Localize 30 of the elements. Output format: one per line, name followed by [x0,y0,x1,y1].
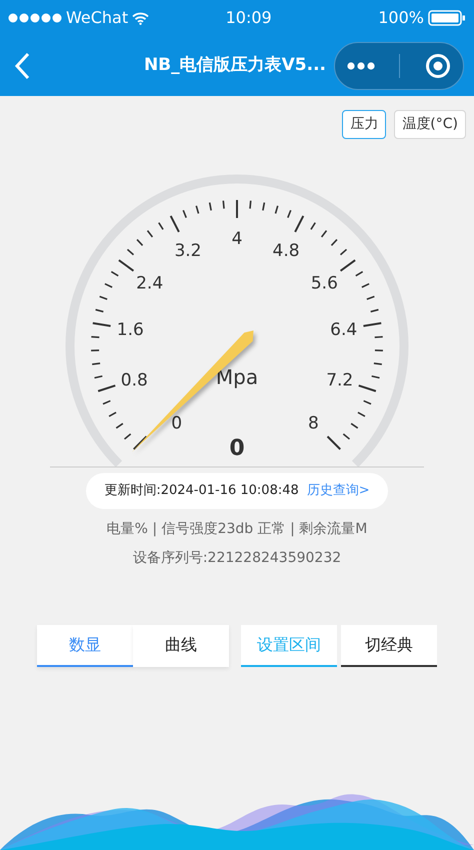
mode-toggle[interactable]: 温度(°C) [394,110,466,139]
scale-label: 0 [171,413,182,434]
scale-label: 3.2 [174,240,202,261]
unit-label: Mpa [216,365,258,389]
wifi-icon [132,12,150,24]
scale-label: 4.8 [272,240,300,261]
device-status-text: 电量% | 信号强度23db 正常 | 剩余流量M [106,520,368,538]
page-title: NB_电信版压力表V5... [144,54,326,78]
view-tab[interactable]: 曲线 [133,624,229,666]
scale-label: 8 [308,413,319,434]
scale-label: 2.4 [136,274,164,294]
scale-label: 5.6 [310,274,338,294]
back-icon[interactable] [14,52,30,80]
pressure-reading: 0 [229,436,245,461]
more-icon[interactable] [347,62,376,70]
mode-toggle[interactable]: 压力 [342,110,386,139]
battery-percent: 100% [378,7,424,29]
signal-icon [8,13,62,23]
clock-time: 10:09 [226,7,272,29]
scale-label: 6.4 [330,320,358,340]
update-time: 更新时间:2024-01-16 10:08:48 [104,482,299,500]
scale-label: 4 [232,229,242,249]
action-tab[interactable]: 切经典 [341,624,437,666]
scale-label: 0.8 [120,370,148,390]
serial-number: 设备序列号:221228243590232 [132,548,342,568]
carrier-name: WeChat [66,7,128,29]
close-icon[interactable] [424,53,451,79]
battery-icon [428,10,466,26]
scale-label: 1.6 [116,320,144,340]
scale-label: 7.2 [326,370,354,390]
